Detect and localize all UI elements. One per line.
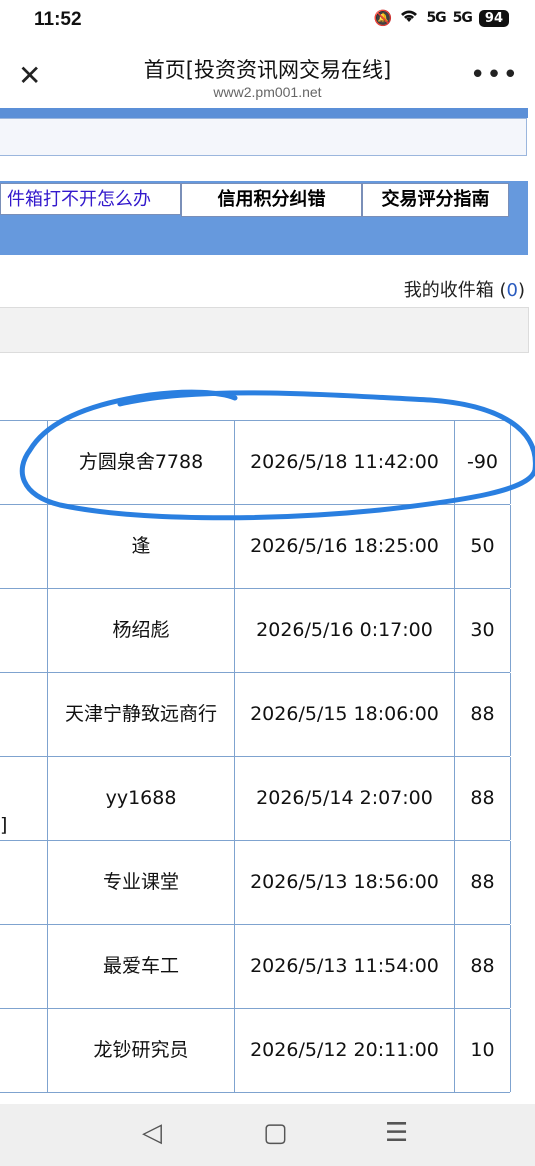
row-name[interactable]: 专业课堂 (48, 841, 235, 924)
inbox-link[interactable]: 我的收件箱 (0) (404, 276, 525, 302)
row-time: 2026/5/13 18:56:00 (235, 841, 455, 924)
table-row: 方圆泉舍7788 2026/5/18 11:42:00 -90 (0, 421, 511, 505)
row-time: 2026/5/15 18:06:00 (235, 673, 455, 756)
help-tabs: 件箱打不开怎么办 信用积分纠错 交易评分指南 (0, 183, 509, 217)
row-time: 2026/5/16 18:25:00 (235, 505, 455, 588)
more-icon[interactable]: ••• (470, 60, 519, 90)
row-time: 2026/5/13 11:54:00 (235, 925, 455, 1008)
table-row: 最爱车工 2026/5/13 11:54:00 88 (0, 925, 511, 1009)
table-row: 专业课堂 2026/5/13 18:56:00 88 (0, 841, 511, 925)
header-blue-strip (0, 108, 528, 118)
battery-indicator: 94 (478, 9, 509, 27)
row-time: 2026/5/12 20:11:00 (235, 1009, 455, 1092)
row-time: 2026/5/14 2:07:00 (235, 757, 455, 840)
page-url: www2.pm001.net (213, 84, 322, 100)
browser-titlebar: ✕ 首页[投资资讯网交易在线] www2.pm001.net ••• (0, 40, 535, 108)
row-marker (0, 589, 48, 672)
row-time: 2026/5/18 11:42:00 (235, 421, 455, 504)
row-name[interactable]: 最爱车工 (48, 925, 235, 1008)
row-marker (0, 421, 48, 504)
row-marker (0, 1009, 48, 1092)
home-nav-icon[interactable]: ▢ (263, 1118, 288, 1148)
wifi-icon (399, 8, 419, 28)
signal-2: 5G (452, 10, 473, 26)
row-score: -90 (455, 421, 511, 504)
inbox-close-paren: ) (517, 280, 525, 301)
grey-panel (0, 307, 529, 353)
table-row: 天津宁静致远商行 2026/5/15 18:06:00 88 (0, 673, 511, 757)
status-time: 11:52 (34, 9, 82, 30)
row-marker (0, 673, 48, 756)
row-name[interactable]: 方圆泉舍7788 (48, 421, 235, 504)
header-box (0, 118, 527, 156)
row-name[interactable]: 龙钞研究员 (48, 1009, 235, 1092)
tab-rating-guide[interactable]: 交易评分指南 (362, 183, 509, 217)
system-nav-bar: ◁ ▢ ☰ (0, 1104, 535, 1166)
row-name[interactable]: 逢 (48, 505, 235, 588)
row-marker (0, 925, 48, 1008)
row-marker (0, 841, 48, 924)
page-title: 首页[投资资讯网交易在线] (143, 58, 392, 82)
status-bar: 11:52 🔕 5G 5G 94 (0, 0, 535, 40)
row-score: 10 (455, 1009, 511, 1092)
row-score: 88 (455, 841, 511, 924)
row-marker (0, 505, 48, 588)
status-icons: 🔕 5G 5G 94 (374, 8, 509, 28)
table-row: 逢 2026/5/16 18:25:00 50 (0, 505, 511, 589)
row-score: 88 (455, 925, 511, 1008)
row-name[interactable]: 天津宁静致远商行 (48, 673, 235, 756)
rating-table: 方圆泉舍7788 2026/5/18 11:42:00 -90 逢 2026/5… (0, 420, 511, 1093)
back-nav-icon[interactable]: ◁ (142, 1118, 162, 1148)
signal-1: 5G (426, 10, 446, 26)
table-row: 杨绍彪 2026/5/16 0:17:00 30 (0, 589, 511, 673)
row-score: 50 (455, 505, 511, 588)
row-name[interactable]: yy1688 (48, 757, 235, 840)
mute-icon: 🔕 (373, 9, 393, 27)
inbox-count: 0 (506, 280, 518, 301)
row-score: 88 (455, 673, 511, 756)
menu-nav-icon[interactable]: ☰ (385, 1118, 408, 1148)
row-name[interactable]: 杨绍彪 (48, 589, 235, 672)
row-time: 2026/5/16 0:17:00 (235, 589, 455, 672)
row-marker: ] (0, 757, 48, 840)
row-score: 30 (455, 589, 511, 672)
tab-inbox-help[interactable]: 件箱打不开怎么办 (0, 183, 181, 215)
tab-credit-correction[interactable]: 信用积分纠错 (181, 183, 362, 217)
row-score: 88 (455, 757, 511, 840)
inbox-label: 我的收件箱 ( (403, 280, 507, 301)
table-row: ] yy1688 2026/5/14 2:07:00 88 (0, 757, 511, 841)
table-row: 龙钞研究员 2026/5/12 20:11:00 10 (0, 1009, 511, 1093)
